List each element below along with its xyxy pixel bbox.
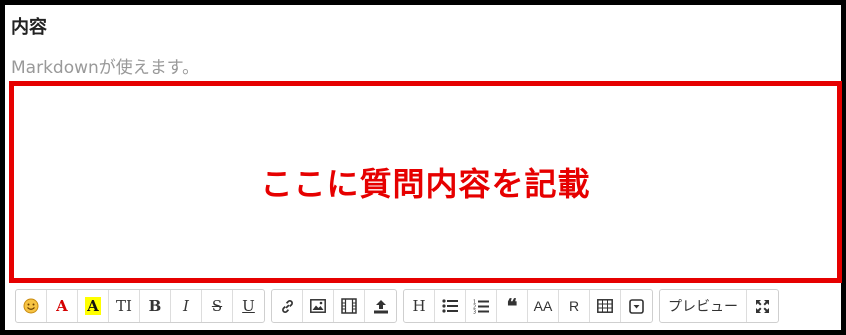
field-hint: Markdownが使えます。 (11, 58, 200, 78)
italic-button[interactable]: I (171, 290, 202, 322)
toolbar-group-format: A A TI B I S U (15, 289, 265, 323)
smiley-icon (23, 298, 39, 314)
bold-button[interactable]: B (140, 290, 171, 322)
svg-text:3: 3 (473, 309, 476, 314)
font-color-button[interactable]: A (47, 290, 78, 322)
toolbar-group-block: H 1 2 3 ❝ AA R (403, 289, 653, 323)
content-textarea[interactable]: ここに質問内容を記載 (9, 81, 842, 283)
bulleted-list-icon (442, 299, 458, 313)
link-icon (281, 299, 293, 313)
table-button[interactable] (590, 290, 621, 322)
text-size-button[interactable]: TI (109, 290, 140, 322)
strikethrough-button[interactable]: S (202, 290, 233, 322)
upload-icon (373, 299, 388, 313)
ruby-button[interactable]: R (559, 290, 590, 322)
link-button[interactable] (272, 290, 303, 322)
textarea-annotation: ここに質問内容を記載 (260, 165, 591, 203)
acronym-button[interactable]: AA (528, 290, 559, 322)
collapse-button[interactable] (621, 290, 652, 322)
expand-arrows-icon (756, 299, 769, 313)
preview-button[interactable]: プレビュー (660, 290, 747, 322)
numbered-list-button[interactable]: 1 2 3 (466, 290, 497, 322)
fullscreen-button[interactable] (747, 290, 778, 322)
underline-button[interactable]: U (233, 290, 264, 322)
blockquote-button[interactable]: ❝ (497, 290, 528, 322)
chevron-box-icon (629, 298, 644, 314)
background-color-button[interactable]: A (78, 290, 109, 322)
table-icon (597, 299, 613, 313)
image-icon (310, 299, 326, 313)
content-editor-frame: 内容 Markdownが使えます。 ここに質問内容を記載 A A TI B I … (0, 0, 846, 335)
video-button[interactable] (334, 290, 365, 322)
toolbar-group-view: プレビュー (659, 289, 779, 323)
film-icon (341, 298, 357, 314)
emoji-button[interactable] (16, 290, 47, 322)
editor-toolbar: A A TI B I S U H 1 2 3 ❝ AA R プレビュー (15, 289, 779, 323)
background-color-label: A (85, 297, 101, 315)
heading-button[interactable]: H (404, 290, 435, 322)
numbered-list-icon: 1 2 3 (473, 299, 489, 314)
field-label: 内容 (11, 17, 47, 38)
bulleted-list-button[interactable] (435, 290, 466, 322)
toolbar-group-media (271, 289, 397, 323)
upload-button[interactable] (365, 290, 396, 322)
image-button[interactable] (303, 290, 334, 322)
